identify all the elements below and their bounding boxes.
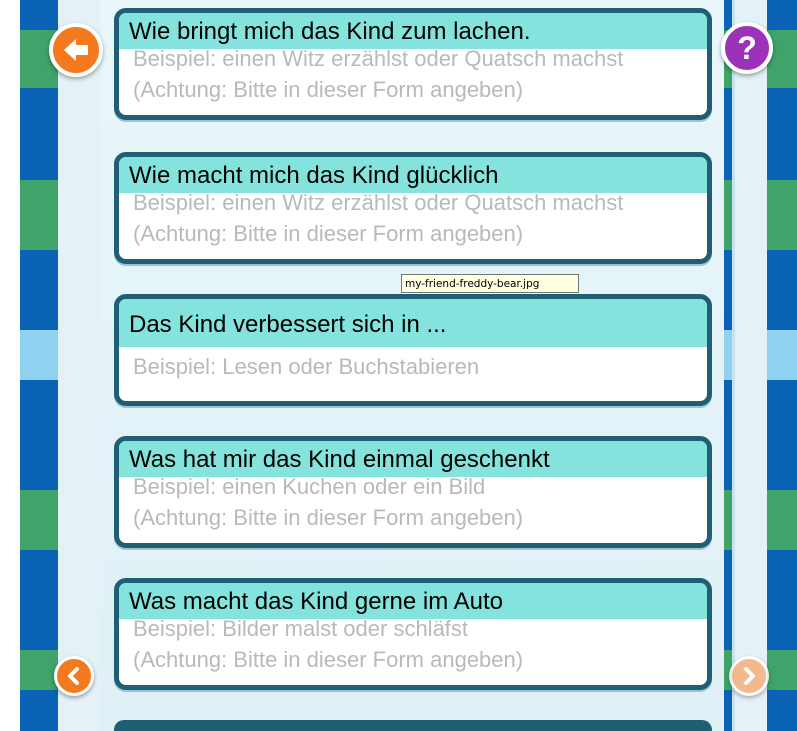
question-card-2[interactable]: Wie macht mich das Kind glücklich Beispi…	[114, 152, 712, 264]
previous-page-button[interactable]	[54, 656, 94, 696]
image-filename-tooltip: my-friend-freddy-bear.jpg	[401, 274, 579, 293]
help-button[interactable]: ?	[721, 22, 773, 74]
answer-field[interactable]: Beispiel: einen Witz erzählst oder Quats…	[119, 187, 707, 249]
left-edge	[0, 0, 20, 731]
next-card-edge	[114, 720, 712, 731]
placeholder-line-1: Beispiel: Lesen oder Buchstabieren	[133, 354, 480, 379]
placeholder-line-2: (Achtung: Bitte in dieser Form angeben)	[133, 505, 524, 530]
answer-field[interactable]: Beispiel: einen Witz erzählst oder Quats…	[119, 43, 707, 105]
placeholder-line-1: Beispiel: Bilder malst oder schläfst	[133, 616, 469, 641]
chevron-left-icon	[68, 667, 79, 685]
placeholder-line-1: Beispiel: einen Witz erzählst oder Quats…	[133, 190, 624, 215]
question-card-4[interactable]: Was hat mir das Kind einmal geschenkt Be…	[114, 436, 712, 548]
placeholder-line-1: Beispiel: einen Kuchen oder ein Bild	[133, 474, 486, 499]
arrow-left-icon	[64, 39, 88, 61]
question-mark-icon: ?	[737, 30, 757, 66]
question-card-5[interactable]: Was macht das Kind gerne im Auto Beispie…	[114, 578, 712, 690]
chevron-right-icon	[744, 667, 755, 685]
answer-field[interactable]: Beispiel: Lesen oder Buchstabieren	[119, 351, 707, 382]
back-button[interactable]	[49, 23, 103, 77]
placeholder-line-2: (Achtung: Bitte in dieser Form angeben)	[133, 221, 524, 246]
panel-left-rail	[58, 0, 103, 731]
placeholder-line-2: (Achtung: Bitte in dieser Form angeben)	[133, 77, 524, 102]
next-page-button[interactable]	[729, 656, 769, 696]
question-card-1[interactable]: Wie bringt mich das Kind zum lachen. Bei…	[114, 8, 712, 120]
question-card-3[interactable]: Das Kind verbessert sich in ... Beispiel…	[114, 294, 712, 406]
answer-field[interactable]: Beispiel: Bilder malst oder schläfst (Ac…	[119, 613, 707, 675]
placeholder-line-1: Beispiel: einen Witz erzählst oder Quats…	[133, 46, 624, 71]
placeholder-line-2: (Achtung: Bitte in dieser Form angeben)	[133, 647, 524, 672]
answer-field[interactable]: Beispiel: einen Kuchen oder ein Bild (Ac…	[119, 471, 707, 533]
card-title: Das Kind verbessert sich in ...	[119, 299, 707, 347]
panel-right-rail	[732, 0, 767, 731]
